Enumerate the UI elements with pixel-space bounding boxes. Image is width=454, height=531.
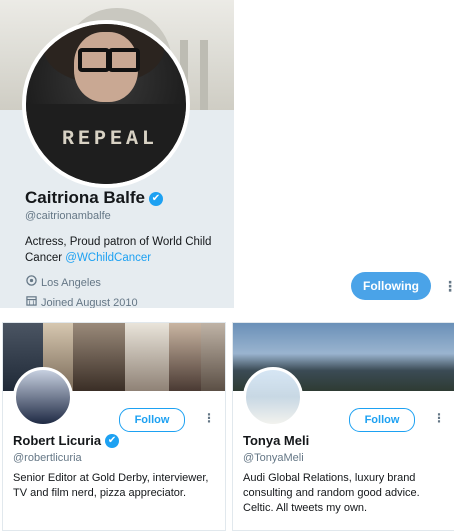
profile-handle[interactable]: @caitrionambalfe	[25, 210, 111, 222]
suggestion-bio: Audi Global Relations, luxury brand cons…	[243, 472, 420, 514]
suggestion-name[interactable]: Robert Licuria	[13, 433, 101, 448]
suggestion-bio: Senior Editor at Gold Derby, interviewer…	[13, 472, 209, 499]
profile-name[interactable]: Caitriona Balfe	[25, 188, 145, 207]
profile-joined: Joined August 2010	[25, 295, 138, 308]
profile-location: Los Angeles	[25, 275, 101, 289]
joined-text: Joined August 2010	[41, 297, 138, 308]
following-button[interactable]: Following	[351, 272, 431, 300]
verified-badge-icon: ✔	[105, 434, 120, 448]
calendar-icon	[25, 295, 37, 308]
glasses-right	[108, 48, 140, 72]
bio-mention-link[interactable]: @WChildCancer	[65, 252, 151, 264]
profile-card: REPEAL Caitriona Balfe ✔ @caitrionambalfe…	[0, 0, 234, 308]
banner-photo	[73, 323, 125, 391]
location-pin-icon	[25, 275, 37, 289]
suggestion-more-icon[interactable]: ⋮	[433, 411, 445, 425]
shirt-text: REPEAL	[61, 128, 158, 151]
banner-photo	[169, 323, 201, 391]
suggestion-handle[interactable]: @robertlicuria	[13, 452, 82, 464]
follow-button[interactable]: Follow	[349, 408, 415, 432]
banner-photo	[125, 323, 169, 391]
banner-photo	[201, 323, 225, 391]
suggestion-handle[interactable]: @TonyaMeli	[243, 452, 304, 464]
profile-more-icon[interactable]: ⋮	[443, 278, 454, 295]
suggestion-more-icon[interactable]: ⋮	[203, 411, 215, 425]
suggestion-avatar[interactable]	[13, 367, 73, 427]
suggestion-name-row: Robert Licuria ✔	[13, 433, 120, 448]
profile-name-row: Caitriona Balfe ✔	[25, 188, 163, 208]
banner-pillar	[200, 40, 208, 110]
suggestion-name[interactable]: Tonya Meli	[243, 433, 309, 448]
suggestion-card-robert: Follow ⋮ Robert Licuria ✔ @robertlicuria …	[2, 322, 226, 531]
location-text: Los Angeles	[41, 277, 101, 289]
glasses-left	[78, 48, 110, 72]
verified-badge-icon: ✔	[148, 192, 163, 206]
follow-button[interactable]: Follow	[119, 408, 185, 432]
profile-avatar[interactable]: REPEAL	[22, 20, 190, 188]
suggestion-card-tonya: Follow ⋮ Tonya Meli @TonyaMeli Audi Glob…	[232, 322, 454, 531]
profile-bio: Actress, Proud patron of World Child Can…	[25, 234, 230, 266]
suggestion-avatar[interactable]	[243, 367, 303, 427]
